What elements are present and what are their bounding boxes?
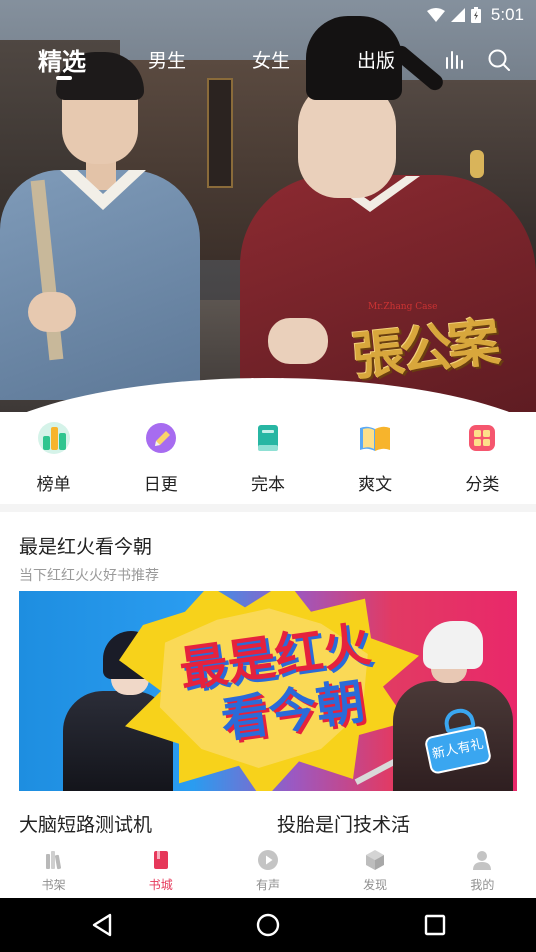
- banner-character-hair: [423, 621, 483, 669]
- back-icon[interactable]: [88, 910, 118, 940]
- section-title[interactable]: 最是红火看今朝: [19, 532, 152, 559]
- top-tabs: 精选 男生 女生 出版: [0, 40, 536, 84]
- quick-nav-daily[interactable]: 日更: [107, 420, 214, 504]
- quick-nav-completed[interactable]: 完本: [214, 420, 321, 504]
- home-icon[interactable]: [253, 910, 283, 940]
- bottom-nav-label: 发现: [363, 878, 388, 892]
- quick-nav-label: 日更: [143, 475, 178, 495]
- system-nav-bar: [0, 898, 536, 952]
- quick-nav: 榜单 日更 完本 爽文 分类: [0, 420, 536, 504]
- search-icon[interactable]: [487, 48, 511, 76]
- quick-nav-category[interactable]: 分类: [429, 420, 536, 504]
- bottom-nav-label: 我的: [470, 878, 495, 892]
- quick-nav-cool[interactable]: 爽文: [322, 420, 429, 504]
- tab-male[interactable]: 男生: [148, 46, 186, 73]
- open-book-icon: [357, 420, 393, 456]
- bottom-nav-label: 有声: [255, 878, 280, 892]
- profile-icon: [471, 849, 493, 871]
- bookstore-icon: [150, 849, 172, 871]
- promo-banner[interactable]: 最是红火 看今朝 新人有礼: [19, 591, 517, 791]
- battery-icon: [470, 7, 481, 23]
- hero-shop-sign: [207, 78, 233, 188]
- quick-nav-ranking[interactable]: 榜单: [0, 420, 107, 504]
- hero-actor-right-hand: [268, 318, 328, 364]
- tab-featured[interactable]: 精选: [38, 42, 86, 77]
- carousel-dot[interactable]: [280, 378, 285, 383]
- quick-nav-label: 完本: [250, 475, 285, 495]
- wifi-icon: [426, 8, 445, 22]
- tab-female[interactable]: 女生: [252, 46, 290, 73]
- carousel-dots[interactable]: [250, 378, 285, 383]
- recents-icon[interactable]: [420, 910, 450, 940]
- book-title[interactable]: 大脑短路测试机: [19, 810, 152, 837]
- tab-active-indicator: [56, 76, 72, 80]
- bottom-nav-bookstore[interactable]: 书城: [107, 840, 214, 898]
- section-subtitle: 当下红红火火好书推荐: [19, 568, 159, 584]
- quick-nav-label: 榜单: [36, 475, 71, 495]
- quick-nav-label: 分类: [465, 475, 500, 495]
- carousel-dot[interactable]: [270, 378, 275, 383]
- chart-bars-icon[interactable]: [444, 48, 466, 74]
- hero-lantern: [470, 150, 484, 178]
- status-bar: 5:01: [0, 0, 536, 30]
- carousel-dot[interactable]: [260, 378, 265, 383]
- bottom-nav: 书架 书城 有声 发现 我的: [0, 840, 536, 898]
- quick-nav-label: 爽文: [358, 475, 393, 495]
- pencil-icon: [143, 420, 179, 456]
- carousel-dot[interactable]: [250, 378, 255, 383]
- signal-icon: [450, 8, 465, 22]
- bottom-nav-profile[interactable]: 我的: [429, 840, 536, 898]
- bottom-nav-audio[interactable]: 有声: [214, 840, 321, 898]
- tab-published[interactable]: 出版: [357, 46, 395, 73]
- bookshelf-icon: [43, 849, 65, 871]
- cube-icon: [364, 849, 386, 871]
- bottom-nav-label: 书城: [148, 878, 173, 892]
- status-time: 5:01: [490, 5, 524, 24]
- bottom-nav-label: 书架: [41, 878, 66, 892]
- category-grid-icon: [464, 420, 500, 456]
- hero-actor-left-hand: [28, 292, 76, 332]
- section-divider: [0, 504, 536, 512]
- bottom-nav-bookshelf[interactable]: 书架: [0, 840, 107, 898]
- play-circle-icon: [257, 849, 279, 871]
- ranking-icon: [36, 420, 72, 456]
- bottom-nav-discover[interactable]: 发现: [322, 840, 429, 898]
- book-icon: [250, 420, 286, 456]
- book-title[interactable]: 投胎是门技术活: [277, 810, 410, 837]
